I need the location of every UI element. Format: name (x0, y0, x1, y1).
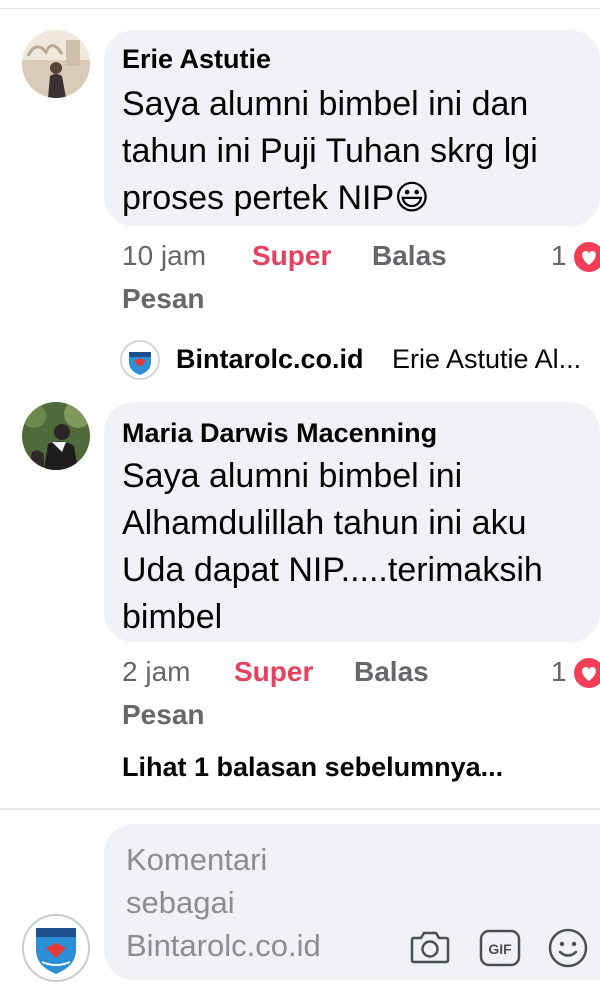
bintaro-logo-icon (22, 914, 90, 982)
emoji-icon[interactable] (546, 926, 590, 970)
comment-input-placeholder: Komentari sebagai Bintarolc.co.id (126, 838, 321, 967)
comment-text: Saya alumni bimbel ini dan tahun ini Puj… (122, 81, 538, 222)
react-super-button[interactable]: Super (252, 240, 331, 272)
comment-line: Uda dapat NIP.....terimaksih (122, 551, 543, 589)
placeholder-line: Komentari (126, 842, 268, 877)
comment-line: proses pertek NIP😃 (122, 179, 430, 217)
heart-reaction-icon (574, 242, 600, 272)
react-super-button[interactable]: Super (234, 656, 313, 688)
comment-input[interactable]: Komentari sebagai Bintarolc.co.id GIF (104, 824, 600, 980)
comment-line: Saya alumni bimbel ini (122, 457, 463, 495)
bintaro-logo-icon (120, 340, 160, 380)
comment-line: Alhamdulillah tahun ini aku (122, 504, 527, 542)
avatar-erie-astutie[interactable] (22, 30, 90, 98)
message-button[interactable]: Pesan (122, 699, 205, 731)
reply-snippet: Erie Astutie Al... (392, 344, 582, 374)
reply-button[interactable]: Balas (372, 240, 447, 272)
comment-time[interactable]: 10 jam (122, 240, 206, 272)
placeholder-line: Bintarolc.co.id (126, 928, 321, 963)
gif-icon[interactable]: GIF (478, 928, 522, 968)
comment-text: Saya alumni bimbel ini Alhamdulillah tah… (122, 453, 543, 641)
composer-divider (0, 808, 600, 810)
camera-icon[interactable] (408, 924, 452, 968)
message-button[interactable]: Pesan (122, 283, 205, 315)
comment-time[interactable]: 2 jam (122, 656, 190, 688)
comment-line: bimbel (122, 598, 223, 636)
placeholder-line: sebagai (126, 885, 235, 920)
heart-reaction-icon (574, 658, 600, 688)
reply-preview[interactable]: Bintarolc.co.id Erie Astutie Al... (120, 338, 600, 384)
reaction-count[interactable]: 1 (551, 656, 567, 688)
comment-line: Saya alumni bimbel ini dan (122, 85, 529, 123)
view-previous-replies-link[interactable]: Lihat 1 balasan sebelumnya... (122, 752, 503, 783)
reply-button[interactable]: Balas (354, 656, 429, 688)
comment-line: tahun ini Puji Tuhan skrg lgi (122, 132, 538, 170)
reaction-count[interactable]: 1 (551, 240, 567, 272)
avatar-maria-darwis-macenning[interactable] (22, 402, 90, 470)
comment-author[interactable]: Erie Astutie (122, 44, 271, 75)
reply-author[interactable]: Bintarolc.co.id (176, 344, 364, 375)
comment-author[interactable]: Maria Darwis Macenning (122, 418, 437, 449)
top-divider (0, 8, 600, 9)
svg-text:GIF: GIF (488, 941, 512, 957)
